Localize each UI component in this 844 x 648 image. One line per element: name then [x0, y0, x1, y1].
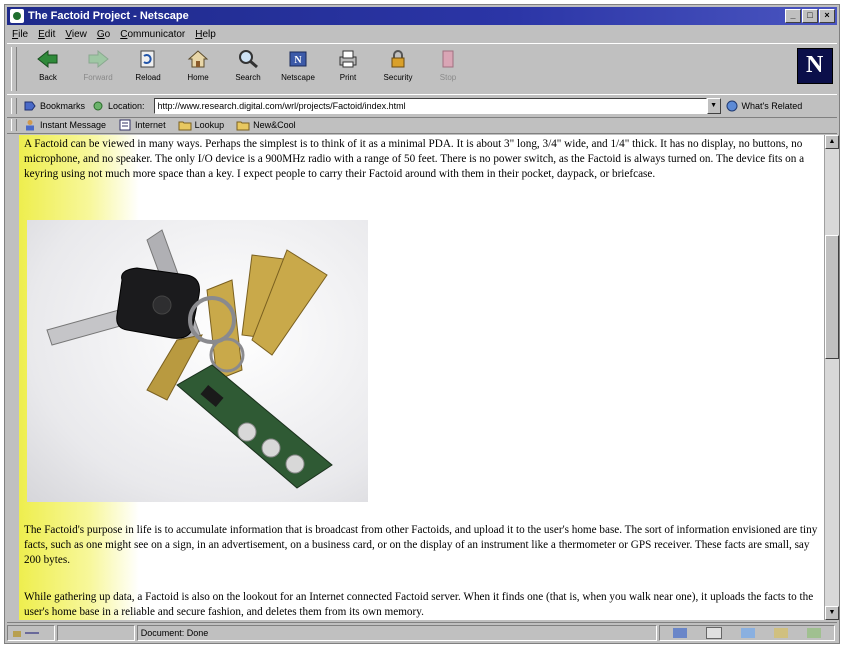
home-label: Home: [187, 73, 209, 82]
search-icon: [239, 50, 258, 69]
minimize-button[interactable]: _: [785, 9, 801, 23]
location-label-group: Location:: [91, 100, 145, 112]
scroll-up-button[interactable]: ▲: [825, 135, 839, 149]
bookmarks-label: Bookmarks: [40, 101, 86, 111]
whats-related-label: What's Related: [741, 101, 803, 111]
page-content: A Factoid can be viewed in many ways. Pe…: [19, 135, 839, 620]
title-bar: The Factoid Project - Netscape _ □ ×: [7, 7, 837, 25]
stop-label: Stop: [439, 73, 457, 82]
home-icon: [187, 50, 209, 68]
status-bar: Document: Done: [7, 622, 837, 643]
back-button[interactable]: Back: [23, 44, 73, 90]
padlock-icon: [391, 50, 405, 68]
scroll-down-button[interactable]: ▼: [825, 606, 839, 620]
browser-window: The Factoid Project - Netscape _ □ × Fil…: [4, 4, 840, 644]
reload-button[interactable]: Reload: [123, 44, 173, 90]
folder-icon: [178, 121, 192, 131]
netscape-logo[interactable]: [797, 48, 833, 84]
search-label: Search: [235, 73, 261, 82]
print-button[interactable]: Print: [323, 44, 373, 90]
security-indicator[interactable]: [7, 625, 55, 641]
instant-message-label: Instant Message: [40, 120, 107, 130]
folder-icon: [236, 121, 250, 131]
bookmark-page-icon: [119, 119, 131, 131]
person-icon: [26, 120, 34, 131]
status-message: Document: Done: [140, 628, 209, 638]
location-grip[interactable]: [11, 98, 17, 114]
url-history-dropdown[interactable]: ▼: [706, 98, 721, 114]
security-label: Security: [383, 73, 413, 82]
home-button[interactable]: Home: [173, 44, 223, 90]
back-label: Back: [39, 73, 57, 82]
toolbar-grip[interactable]: [11, 47, 17, 91]
reload-icon: [140, 50, 155, 68]
internet-button[interactable]: Internet: [118, 119, 166, 131]
close-button[interactable]: ×: [819, 9, 835, 23]
composer-icon[interactable]: [807, 628, 822, 638]
progress-indicator: [56, 625, 135, 641]
back-arrow-icon: [37, 49, 58, 69]
navigator-icon[interactable]: [672, 628, 687, 638]
personal-grip[interactable]: [11, 119, 17, 131]
internet-label: Internet: [135, 120, 166, 130]
component-bar: [659, 625, 836, 641]
netscape-button[interactable]: N Netscape: [273, 44, 323, 90]
printer-icon: [339, 50, 357, 68]
navigation-toolbar: Back Forward Reload Home Search N Netsca…: [7, 43, 837, 95]
vertical-scrollbar[interactable]: ▲ ▼: [824, 135, 839, 620]
menu-go[interactable]: Go: [97, 29, 110, 40]
menu-communicator[interactable]: Communicator: [120, 29, 185, 40]
forward-arrow-icon: [88, 49, 109, 69]
netscape-app-icon: [10, 9, 24, 23]
print-label: Print: [339, 73, 357, 82]
scroll-thumb[interactable]: [825, 235, 839, 359]
menu-edit[interactable]: Edit: [38, 29, 55, 40]
svg-text:N: N: [294, 55, 302, 66]
page-proxy-icon: [93, 101, 103, 111]
stop-button[interactable]: Stop: [423, 44, 473, 90]
security-button[interactable]: Security: [373, 44, 423, 90]
instant-message-button[interactable]: Instant Message: [23, 119, 106, 131]
newsgroups-icon[interactable]: [741, 628, 756, 638]
menu-file[interactable]: File: [12, 29, 28, 40]
search-button[interactable]: Search: [223, 44, 273, 90]
paragraph-gathering: While gathering up data, a Factoid is al…: [24, 591, 814, 618]
lookup-button[interactable]: Lookup: [178, 119, 225, 131]
menu-view[interactable]: View: [65, 29, 87, 40]
bookmarks-icon: [24, 101, 36, 111]
status-text: Document: Done: [136, 625, 658, 641]
bookmarks-button[interactable]: Bookmarks: [23, 100, 85, 112]
related-icon: [726, 100, 738, 112]
address-book-icon[interactable]: [774, 628, 789, 638]
location-toolbar: Bookmarks Location: http://www.research.…: [7, 94, 837, 118]
whats-related-button[interactable]: What's Related: [725, 100, 803, 112]
lock-status-icon: [13, 631, 39, 637]
new-and-cool-button[interactable]: New&Cool: [236, 119, 296, 131]
window-title: The Factoid Project - Netscape: [28, 10, 189, 22]
personal-toolbar: Instant Message Internet Lookup New&Cool: [7, 117, 837, 134]
maximize-button[interactable]: □: [802, 9, 818, 23]
reload-label: Reload: [135, 73, 161, 82]
mail-icon[interactable]: [706, 627, 723, 639]
lookup-label: Lookup: [194, 120, 225, 130]
netscape-label: Netscape: [281, 73, 315, 82]
keys-image: [46, 229, 333, 489]
netscape-guide-icon: N: [289, 51, 307, 67]
new-and-cool-label: New&Cool: [253, 120, 296, 130]
stop-icon: [442, 50, 454, 68]
menu-help[interactable]: Help: [195, 29, 216, 40]
forward-label: Forward: [83, 73, 113, 82]
paragraph-purpose: The Factoid's purpose in life is to accu…: [24, 524, 818, 566]
menu-bar: File Edit View Go Communicator Help: [7, 26, 837, 42]
forward-button[interactable]: Forward: [73, 44, 123, 90]
url-field[interactable]: http://www.research.digital.com/wrl/proj…: [153, 98, 707, 114]
paragraph-intro: A Factoid can be viewed in many ways. Pe…: [24, 138, 805, 180]
location-label: Location:: [108, 101, 145, 111]
factoid-keyring-photo: [27, 220, 368, 502]
